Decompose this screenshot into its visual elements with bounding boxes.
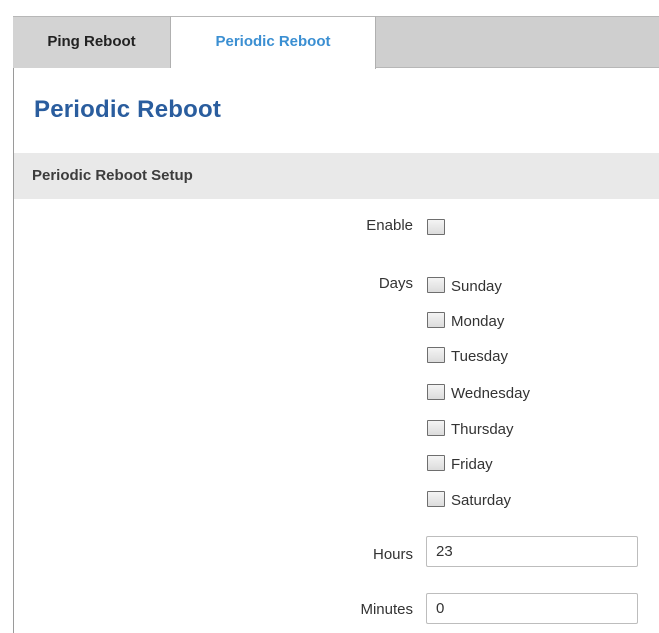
saturday-label: Saturday [451,492,512,509]
thursday-checkbox[interactable] [427,420,445,436]
wednesday-label: Wednesday [451,385,530,402]
tab-periodic-reboot[interactable]: Periodic Reboot [171,16,376,69]
sunday-label: Sunday [451,278,502,295]
section-header: Periodic Reboot Setup [14,153,659,199]
tab-bar: Ping Reboot Periodic Reboot [13,16,659,69]
monday-label: Monday [451,313,505,330]
days-label: Days [378,275,413,292]
tuesday-label: Tuesday [451,348,508,365]
tuesday-checkbox[interactable] [427,347,445,363]
friday-label: Friday [451,456,493,473]
section-title: Periodic Reboot Setup [32,167,193,184]
enable-label: Enable [366,217,413,234]
tab-ping-reboot[interactable]: Ping Reboot [13,16,171,68]
hours-label: Hours [372,546,413,563]
monday-checkbox[interactable] [427,312,445,328]
page-frame: Ping Reboot Periodic Reboot Periodic Reb… [0,0,659,633]
minutes-input[interactable] [426,593,638,624]
content-left-border [13,16,14,633]
hours-input[interactable] [426,536,638,567]
minutes-label: Minutes [360,601,413,618]
sunday-checkbox[interactable] [427,277,445,293]
wednesday-checkbox[interactable] [427,384,445,400]
page-title: Periodic Reboot [34,96,222,123]
friday-checkbox[interactable] [427,455,445,471]
saturday-checkbox[interactable] [427,491,445,507]
enable-checkbox[interactable] [427,219,445,235]
thursday-label: Thursday [451,421,514,438]
